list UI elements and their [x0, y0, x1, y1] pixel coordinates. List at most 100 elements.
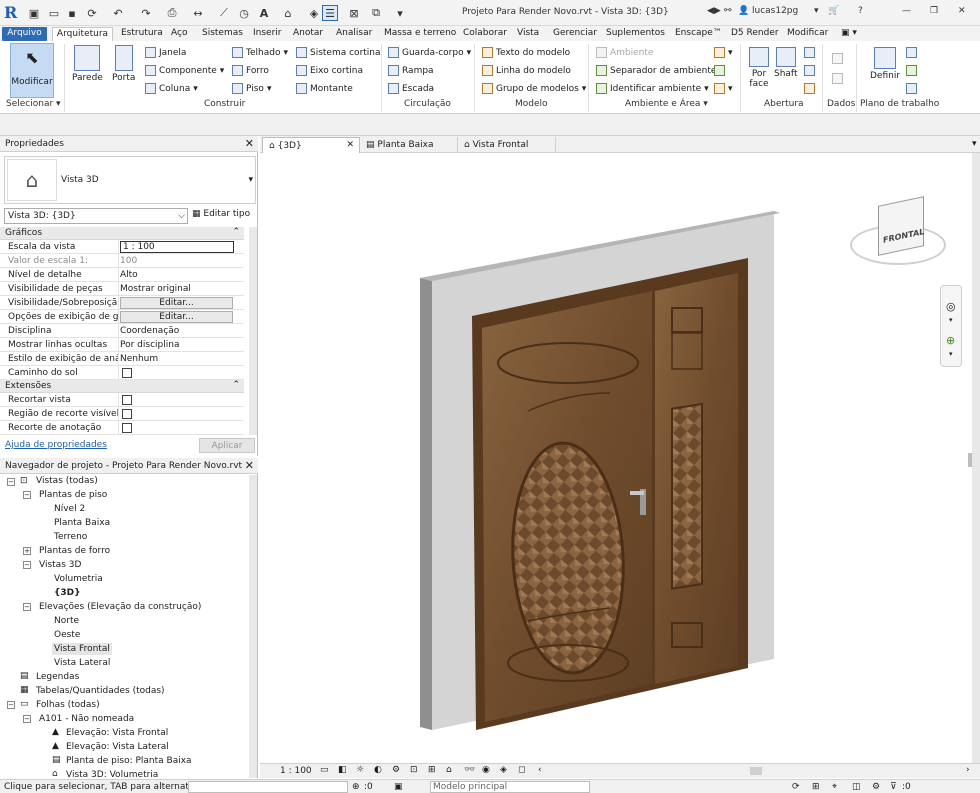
prop-row[interactable]: Nível de detalhe Alto: [0, 268, 244, 282]
section-icon[interactable]: ◈: [306, 5, 322, 21]
level-button[interactable]: [832, 53, 843, 64]
group-graficos[interactable]: Gráficos ⌃: [0, 227, 244, 240]
tree-node[interactable]: Tabelas/Quantidades (todas): [36, 686, 165, 696]
help-icon[interactable]: ?: [858, 6, 863, 16]
tab-gerenciar[interactable]: Gerenciar: [550, 27, 600, 41]
search-arrow-icon[interactable]: ◀▶: [707, 6, 721, 16]
zoom-icon[interactable]: ⊕: [946, 334, 955, 347]
customize-qat-icon[interactable]: ▾: [392, 5, 408, 21]
tab-inserir[interactable]: Inserir: [250, 27, 285, 41]
browser-scrollbar[interactable]: [249, 475, 257, 778]
tree-node[interactable]: Folhas (todas): [36, 700, 100, 710]
vertical-opening-button[interactable]: [804, 65, 815, 76]
linha-modelo-button[interactable]: Linha do modelo: [482, 65, 571, 76]
crop-icon[interactable]: ⊡: [410, 765, 418, 775]
crop-region-icon[interactable]: ⊞: [428, 765, 436, 775]
scroll-right-icon[interactable]: ›: [966, 765, 970, 775]
tab-modificar[interactable]: Modificar: [784, 27, 831, 41]
tab-estrutura[interactable]: Estrutura: [118, 27, 166, 41]
underlay-select-icon[interactable]: ⊞: [812, 782, 820, 792]
view-tab-vista-frontal[interactable]: ⌂ Vista Frontal: [458, 137, 556, 153]
sync-icon[interactable]: ⟳: [84, 5, 100, 21]
viewcube[interactable]: FRONTAL: [850, 195, 950, 275]
view-tab-3d[interactable]: ⌂ {3D} ✕: [262, 137, 360, 153]
coluna-button[interactable]: Coluna ▾: [145, 83, 198, 94]
detail-level-icon[interactable]: ▭: [320, 765, 329, 775]
analysis-icon[interactable]: ◻: [518, 765, 525, 775]
tab-aco[interactable]: Aço: [168, 27, 190, 41]
folder-icon[interactable]: ▭: [46, 5, 62, 21]
sun-path-icon[interactable]: ☼: [356, 765, 364, 775]
steering-wheel-icon[interactable]: ◎: [946, 300, 956, 313]
ribbon-options-icon[interactable]: ▣ ▾: [838, 27, 860, 41]
area-button[interactable]: ▾: [714, 47, 733, 58]
piso-button[interactable]: Piso ▾: [232, 83, 271, 94]
thin-lines-icon[interactable]: ☰: [322, 5, 338, 21]
link-select-icon[interactable]: ⟳: [792, 782, 800, 792]
tree-node-current[interactable]: {3D}: [54, 588, 81, 598]
por-face-button[interactable]: Por face: [746, 47, 772, 89]
dormer-button[interactable]: [804, 83, 815, 94]
tree-node[interactable]: A101 - Não nomeada: [39, 714, 134, 724]
3d-view-canvas[interactable]: FRONTAL ◎ ▾ ⊕ ▾: [260, 153, 972, 763]
prop-row[interactable]: Estilo de exibição de anál...Nenhum: [0, 352, 244, 366]
type-dropdown-icon[interactable]: ▾: [248, 175, 253, 185]
maximize-icon[interactable]: ❐: [930, 6, 938, 16]
janela-button[interactable]: Janela: [145, 47, 186, 58]
measure-icon[interactable]: ↔: [190, 5, 206, 21]
ajuda-propriedades-link[interactable]: Ajuda de propriedades: [5, 440, 107, 450]
prop-row[interactable]: Disciplina Coordenação: [0, 324, 244, 338]
3d-view-icon[interactable]: ⌂: [280, 5, 296, 21]
tree-node[interactable]: Volumetria: [54, 574, 103, 584]
tree-node[interactable]: Norte: [54, 616, 79, 626]
temp-hide-icon[interactable]: 👓: [464, 765, 475, 775]
reveal-hidden-icon[interactable]: ◉: [482, 765, 490, 775]
tree-node[interactable]: Nível 2: [54, 504, 85, 514]
caminho-sol-checkbox[interactable]: [122, 368, 132, 378]
tree-node[interactable]: Vista Lateral: [54, 658, 110, 668]
save-icon[interactable]: ▪: [64, 5, 80, 21]
viewer-button[interactable]: [906, 83, 917, 94]
modificar-button[interactable]: ⬉ Modificar: [10, 43, 54, 98]
tree-node[interactable]: Vistas (todas): [36, 476, 98, 486]
instance-selector[interactable]: Vista 3D: {3D} ⌵: [4, 208, 188, 224]
selecionar-dropdown[interactable]: Selecionar ▾: [6, 99, 61, 109]
escada-button[interactable]: Escada: [388, 83, 434, 94]
shadows-icon[interactable]: ◐: [374, 765, 382, 775]
tab-arquitetura[interactable]: Arquitetura: [52, 27, 113, 41]
filter-icon[interactable]: ⊽: [890, 782, 897, 792]
definir-button[interactable]: Definir: [870, 47, 900, 81]
user-icon[interactable]: 👤: [738, 6, 749, 16]
tabs-menu-icon[interactable]: ▾: [966, 136, 980, 152]
tab-d5-render[interactable]: D5 Render: [728, 27, 782, 41]
componente-button[interactable]: Componente ▾: [145, 65, 224, 76]
tab-analisar[interactable]: Analisar: [333, 27, 375, 41]
wall-opening-button[interactable]: [804, 47, 815, 58]
forro-button[interactable]: Forro: [232, 65, 269, 76]
close-tab-icon[interactable]: ✕: [346, 140, 354, 150]
rampa-button[interactable]: Rampa: [388, 65, 434, 76]
tab-massa-terreno[interactable]: Massa e terreno: [381, 27, 459, 41]
cart-icon[interactable]: 🛒: [828, 6, 839, 16]
tree-node[interactable]: Legendas: [36, 672, 79, 682]
grupo-modelos-button[interactable]: Grupo de modelos ▾: [482, 83, 586, 94]
drag-select-icon[interactable]: ⚙: [872, 782, 880, 792]
ambiente-button[interactable]: Ambiente: [596, 47, 653, 58]
temp-view-icon[interactable]: ◈: [500, 765, 507, 775]
pinned-select-icon[interactable]: ⌖: [832, 782, 837, 792]
separador-ambiente-button[interactable]: Separador de ambiente: [596, 65, 716, 76]
porta-button[interactable]: Porta: [112, 45, 135, 83]
tree-node[interactable]: Elevações (Elevação da construção): [39, 602, 201, 612]
edit-type-button[interactable]: ▦ Editar tipo: [192, 209, 250, 219]
canvas-vscroll[interactable]: [972, 153, 980, 763]
tab-suplementos[interactable]: Suplementos: [603, 27, 668, 41]
tab-enscape[interactable]: Enscape™: [672, 27, 725, 41]
undo-icon[interactable]: ↶: [110, 5, 126, 21]
tree-node[interactable]: Plantas de piso: [39, 490, 107, 500]
sistema-cortina-button[interactable]: Sistema cortina: [296, 47, 381, 58]
tree-node[interactable]: Vistas 3D: [39, 560, 81, 570]
tree-node-selected[interactable]: Vista Frontal: [52, 643, 112, 655]
grid-button[interactable]: [832, 73, 843, 84]
tree-node[interactable]: Planta de piso: Planta Baixa: [66, 756, 192, 766]
editing-requests-icon[interactable]: ▣: [394, 782, 403, 792]
